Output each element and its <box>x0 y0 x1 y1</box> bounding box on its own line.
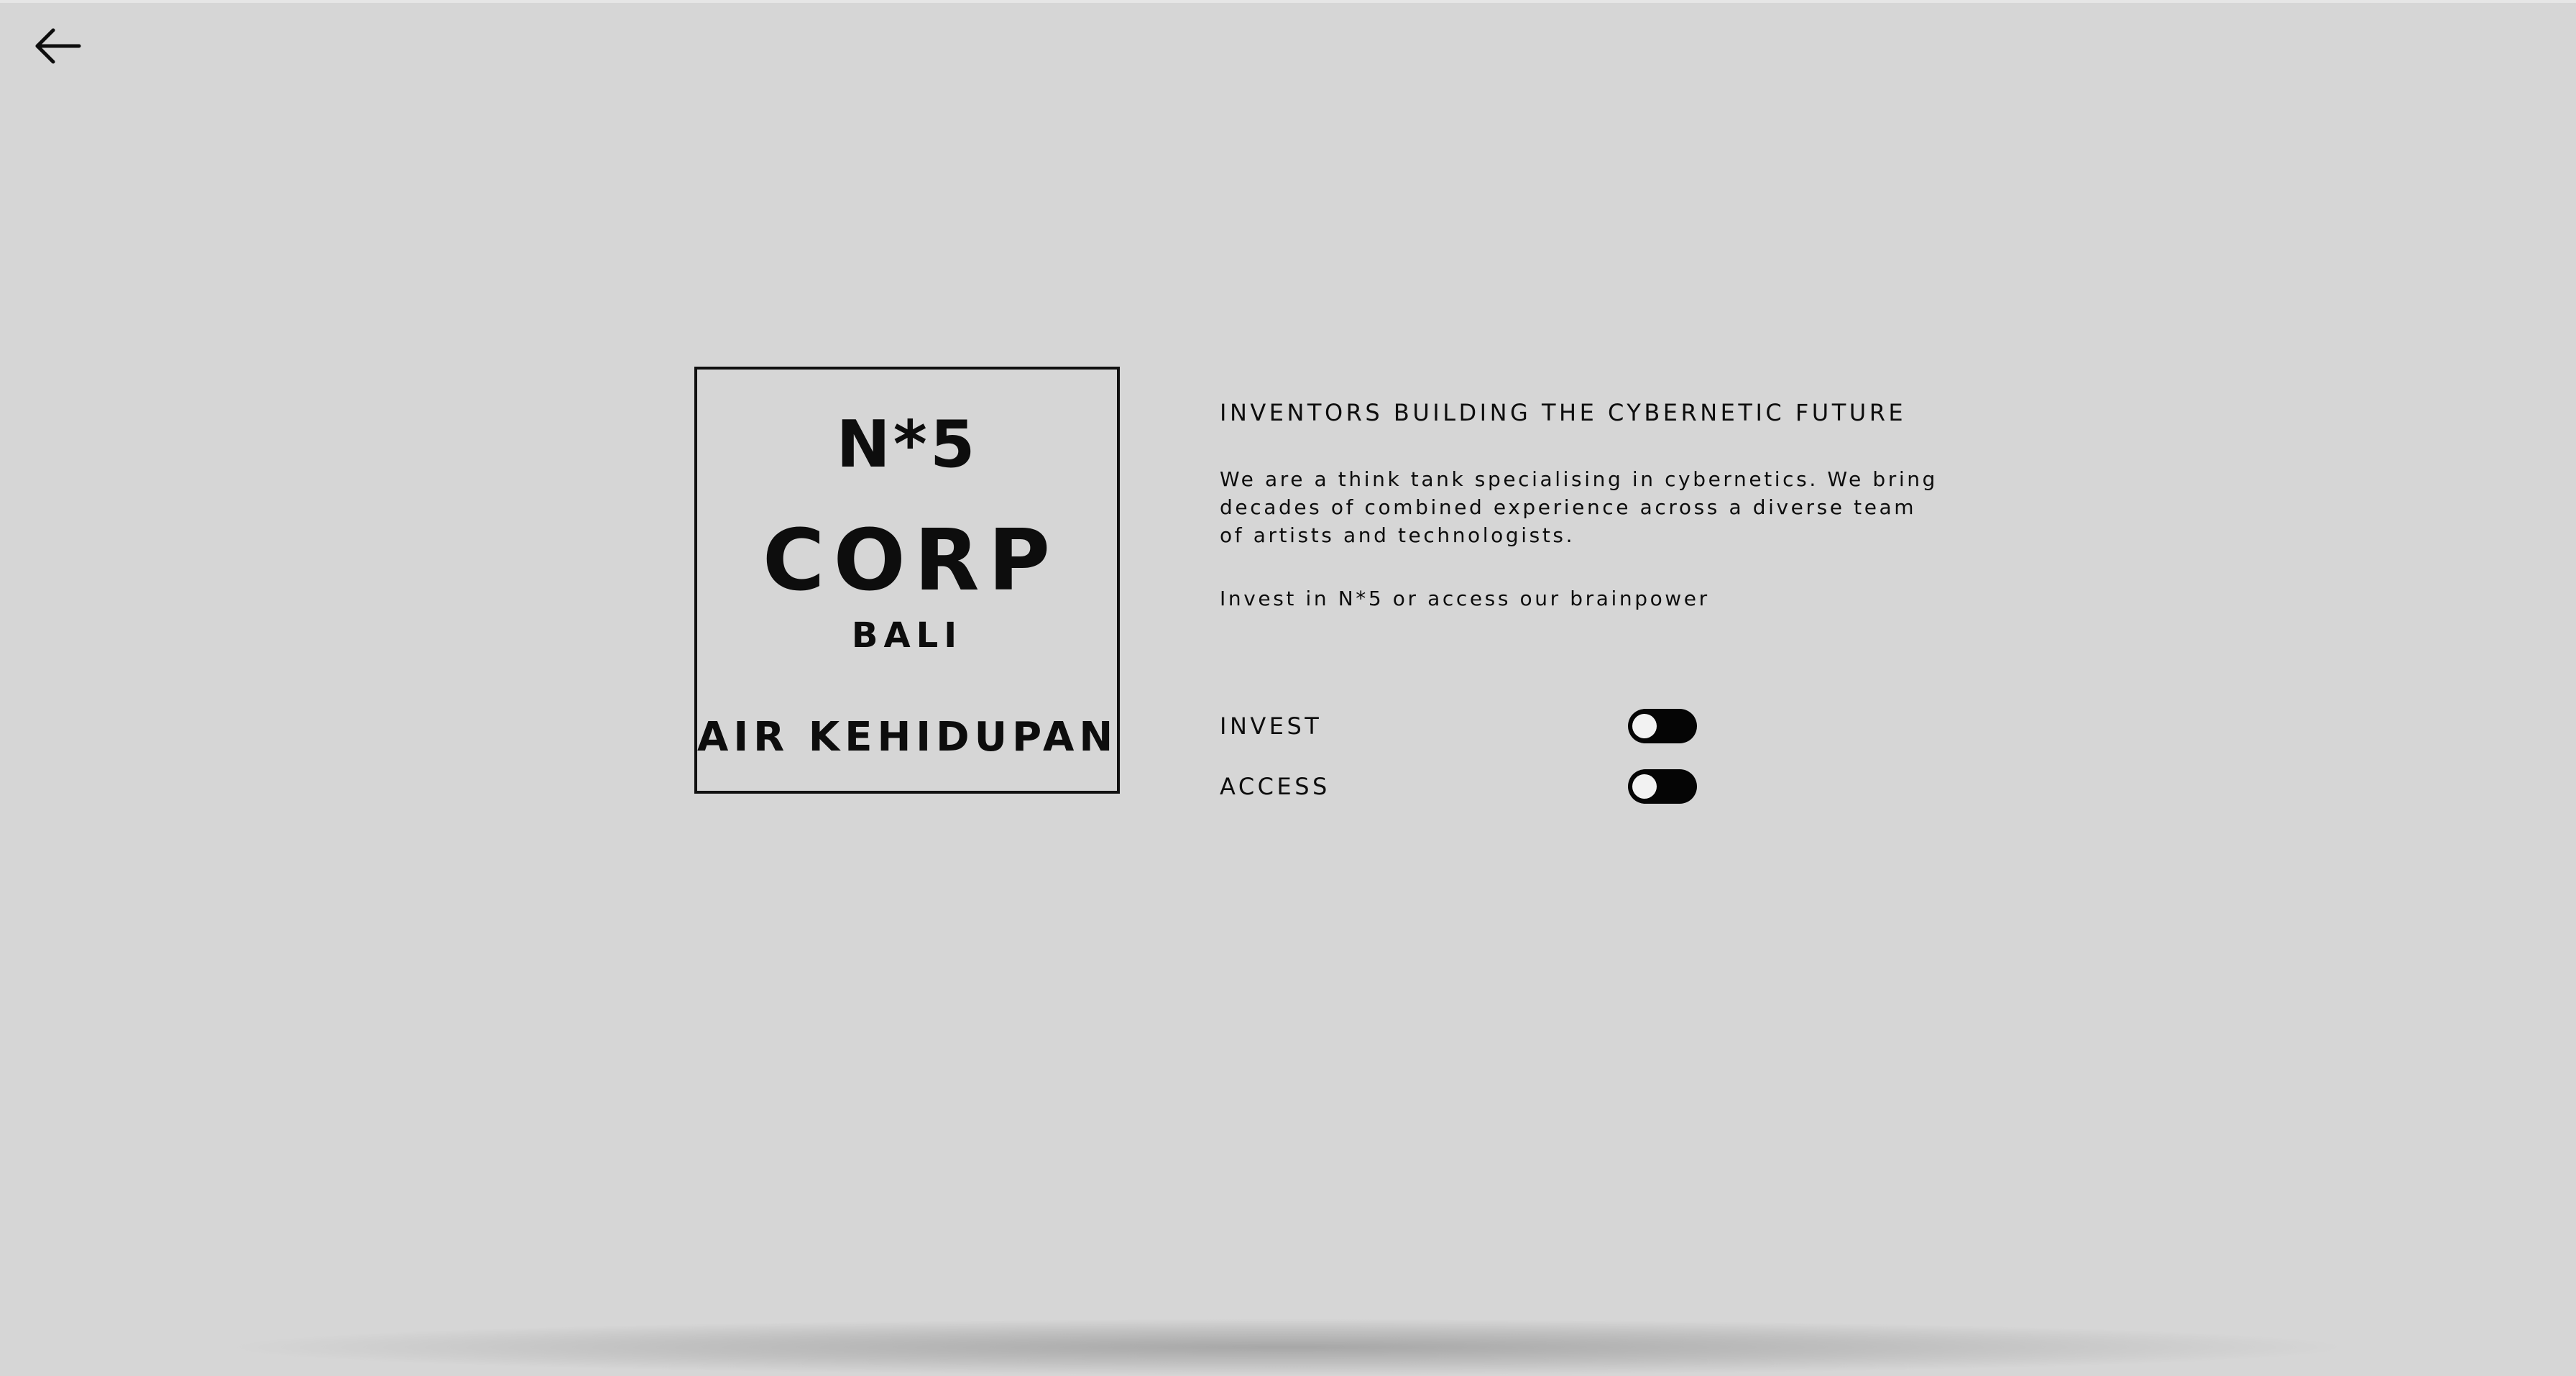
intro-section: INVENTORS BUILDING THE CYBERNETIC FUTURE… <box>1220 394 1953 613</box>
bottom-shadow <box>216 1318 2360 1376</box>
logo-name: CORP <box>762 510 1059 610</box>
access-toggle-row: ACCESS <box>1220 768 1708 805</box>
brand-logo: N*5 CORP BALI AIR KEHIDUPAN <box>694 367 1120 794</box>
access-toggle[interactable] <box>1628 769 1697 804</box>
arrow-left-icon <box>35 28 81 64</box>
back-button[interactable] <box>33 26 83 66</box>
window-top-edge <box>0 0 2576 3</box>
toggle-knob <box>1632 774 1657 799</box>
call-to-action-text: Invest in N*5 or access our brainpower <box>1220 587 1710 610</box>
logo-tagline: AIR KEHIDUPAN <box>697 714 1118 761</box>
access-toggle-label: ACCESS <box>1220 773 1330 800</box>
toggle-knob <box>1632 714 1657 738</box>
logo-city: BALI <box>851 615 963 656</box>
invest-toggle[interactable] <box>1628 709 1697 743</box>
page-headline: INVENTORS BUILDING THE CYBERNETIC FUTURE <box>1220 399 1907 426</box>
invest-toggle-row: INVEST <box>1220 707 1708 745</box>
logo-number: N*5 <box>836 407 978 482</box>
intro-description: We are a think tank specialising in cybe… <box>1220 467 1938 547</box>
invest-toggle-label: INVEST <box>1220 712 1322 740</box>
